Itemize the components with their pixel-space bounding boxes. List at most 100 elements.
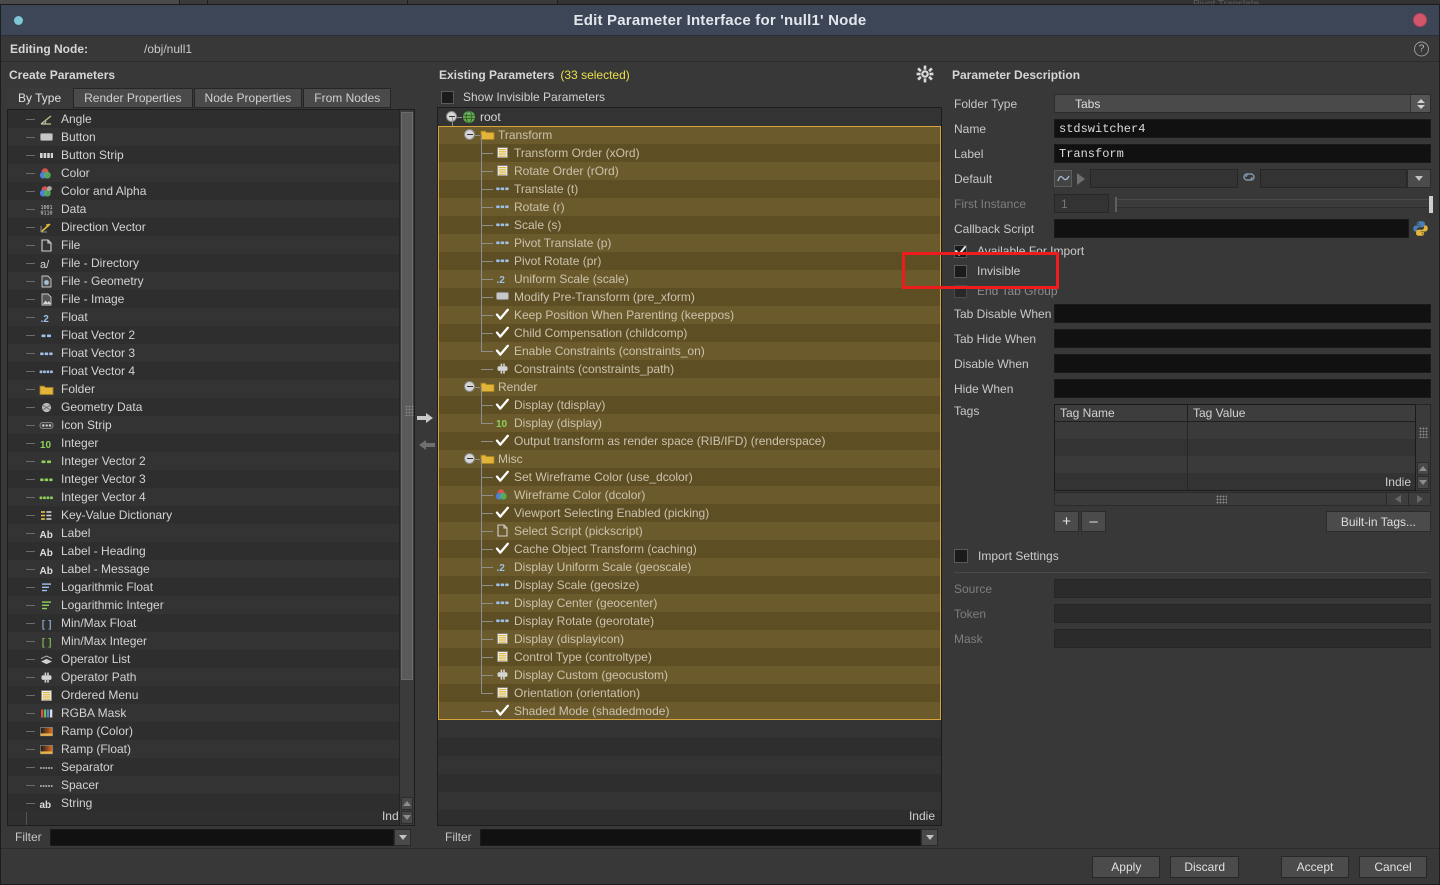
available-for-import-checkbox[interactable] (954, 244, 967, 258)
tab-by-type[interactable]: By Type (7, 88, 73, 108)
invisible-checkbox[interactable] (954, 264, 967, 278)
hide-when-input[interactable] (1054, 379, 1431, 398)
tree-folder-item[interactable]: Transform (438, 125, 941, 144)
tags-table-row[interactable] (1055, 422, 1415, 439)
end-tab-group-checkbox[interactable] (954, 284, 967, 298)
cancel-button[interactable]: Cancel (1359, 855, 1427, 878)
parameter-type-item[interactable]: Angle (8, 110, 414, 128)
python-icon[interactable] (1409, 220, 1431, 237)
parameter-type-item[interactable]: File - Image (8, 290, 414, 308)
tree-parameter-item[interactable]: Display Center (geocenter) (438, 593, 941, 612)
tree-parameter-item[interactable]: Display (tdisplay) (438, 395, 941, 414)
tree-parameter-item[interactable]: 10 Display (display) (438, 413, 941, 432)
scroll-down-button[interactable] (401, 811, 413, 824)
parameter-type-item[interactable]: Spacer (8, 776, 414, 794)
parameter-type-item[interactable]: Operator List (8, 650, 414, 668)
link-icon[interactable] (1238, 170, 1260, 187)
tree-parameter-item[interactable]: Child Compensation (childcomp) (438, 323, 941, 342)
name-input[interactable]: stdswitcher4 (1054, 119, 1431, 138)
tree-parameter-item[interactable]: Viewport Selecting Enabled (picking) (438, 503, 941, 522)
tree-parameter-item[interactable]: Display Rotate (georotate) (438, 611, 941, 630)
tree-parameter-item[interactable]: Transform Order (xOrd) (438, 143, 941, 162)
filter-dropdown-left[interactable] (394, 828, 411, 846)
tags-scroll-up-button[interactable] (1417, 462, 1429, 475)
tree-parameter-item[interactable]: Enable Constraints (constraints_on) (438, 341, 941, 360)
remove-from-existing-button[interactable] (416, 437, 436, 453)
tree-parameter-item[interactable]: Orientation (orientation) (438, 683, 941, 702)
parameter-type-item[interactable]: Button (8, 128, 414, 146)
tags-hscroll-right-button[interactable] (1409, 492, 1431, 506)
parameter-type-item[interactable]: Float Vector 2 (8, 326, 414, 344)
parameter-type-item[interactable]: 1001 0110 Data (8, 200, 414, 218)
end-tab-group-row[interactable]: End Tab Group (950, 281, 1431, 301)
tree-parameter-item[interactable]: Constraints (constraints_path) (438, 359, 941, 378)
import-settings-checkbox[interactable] (954, 549, 968, 563)
invisible-row[interactable]: Invisible (950, 261, 1431, 281)
tree-parameter-item[interactable]: Set Wireframe Color (use_dcolor) (438, 467, 941, 486)
filter-dropdown-mid[interactable] (921, 828, 938, 846)
tags-scroll-down-button[interactable] (1417, 476, 1429, 489)
spinner-icon[interactable] (1410, 95, 1430, 112)
tags-table-row[interactable] (1055, 439, 1415, 456)
filter-input-left[interactable] (49, 828, 394, 846)
scroll-up-button[interactable] (401, 797, 413, 810)
parameter-type-item[interactable]: Ordered Menu (8, 686, 414, 704)
parameter-type-item[interactable]: [] Min/Max Float (8, 614, 414, 632)
parameter-type-item[interactable]: Integer Vector 2 (8, 452, 414, 470)
tab-disable-when-input[interactable] (1054, 304, 1431, 323)
tree-parameter-item[interactable]: Pivot Translate (p) (438, 233, 941, 252)
tags-horizontal-scrollbar[interactable] (1054, 492, 1431, 506)
tree-parameter-item[interactable]: .2 Display Uniform Scale (geoscale) (438, 557, 941, 576)
tree-parameter-item[interactable]: Modify Pre-Transform (pre_xform) (438, 287, 941, 306)
tree-parameter-item[interactable]: Shaded Mode (shadedmode) (438, 701, 941, 720)
tree-parameter-item[interactable]: Translate (t) (438, 179, 941, 198)
type-list-scrollbar[interactable] (399, 110, 414, 825)
show-invisible-parameters-row[interactable]: Show Invisible Parameters (437, 88, 942, 107)
add-tag-button[interactable]: + (1054, 511, 1079, 532)
parameter-type-item[interactable]: Ramp (Float) (8, 740, 414, 758)
parameter-type-item[interactable]: a/File - Directory (8, 254, 414, 272)
parameter-type-item[interactable]: Separator (8, 758, 414, 776)
accept-button[interactable]: Accept (1281, 855, 1349, 878)
parameter-type-item[interactable]: 10 Integer (8, 434, 414, 452)
tree-parameter-item[interactable]: Scale (s) (438, 215, 941, 234)
default-secondary-input[interactable] (1259, 169, 1407, 188)
folder-type-select[interactable]: Tabs (1054, 94, 1431, 113)
parameter-type-item[interactable]: Float Vector 3 (8, 344, 414, 362)
remove-tag-button[interactable]: – (1081, 511, 1106, 532)
tree-parameter-item[interactable]: .2 Uniform Scale (scale) (438, 269, 941, 288)
tags-table-row[interactable]: Indie (1055, 473, 1415, 490)
parameter-type-item[interactable]: Icon Strip (8, 416, 414, 434)
tree-parameter-item[interactable]: Output transform as render space (RIB/IF… (438, 431, 941, 450)
parameter-type-item[interactable]: Direction Vector (8, 218, 414, 236)
tree-parameter-item[interactable]: Wireframe Color (dcolor) (438, 485, 941, 504)
parameter-type-item[interactable]: Color (8, 164, 414, 182)
tags-hscroll-track[interactable] (1054, 492, 1387, 506)
parameter-type-item[interactable]: Button Strip (8, 146, 414, 164)
tags-table-row[interactable] (1055, 456, 1415, 473)
gear-icon[interactable] (916, 65, 934, 83)
parameter-type-item[interactable]: Ab Label (8, 524, 414, 542)
tree-root-item[interactable]: root (438, 107, 941, 126)
available-for-import-row[interactable]: Available For Import (950, 241, 1431, 261)
discard-button[interactable]: Discard (1170, 855, 1239, 878)
parameter-type-item[interactable]: RGBA Mask (8, 704, 414, 722)
tree-folder-item[interactable]: Render (438, 377, 941, 396)
filter-input-mid[interactable] (479, 828, 921, 846)
callback-script-input[interactable] (1054, 219, 1409, 238)
collapse-icon[interactable] (464, 128, 475, 140)
tab-from-nodes[interactable]: From Nodes (303, 88, 392, 108)
parameter-type-list[interactable]: Angle Button Button Strip Color Color and Al… (8, 110, 414, 825)
parameter-type-item[interactable]: Operator Path (8, 668, 414, 686)
tags-hscroll-left-button[interactable] (1387, 492, 1409, 506)
play-icon[interactable] (1077, 172, 1085, 185)
tree-parameter-item[interactable]: Display Scale (geosize) (438, 575, 941, 594)
parameter-type-item[interactable]: File (8, 236, 414, 254)
parameter-type-item[interactable]: Ab Label - Heading (8, 542, 414, 560)
parameter-type-item[interactable]: ab String (8, 794, 414, 812)
default-dropdown-button[interactable] (1407, 169, 1431, 188)
parameter-type-item[interactable]: Ramp (Color) (8, 722, 414, 740)
tags-table[interactable]: Tag Name Tag Value Indie (1054, 404, 1416, 491)
parameter-type-item[interactable]: File - Geometry (8, 272, 414, 290)
import-settings-row[interactable]: Import Settings (950, 546, 1431, 566)
